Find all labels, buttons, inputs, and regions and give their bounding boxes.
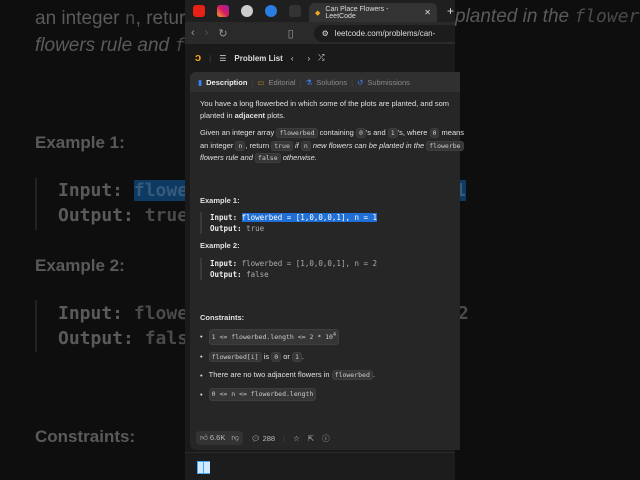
leetcode-nav: ↄ | ☰ Problem List ‹ › ⤮ [185, 44, 455, 72]
youtube-icon[interactable] [193, 5, 205, 17]
example-2-title: Example 2: [200, 241, 240, 250]
list-item: There are no two adjacent flowers in flo… [200, 369, 450, 382]
selected-text[interactable]: flowerbed = [1,0,0,0,1], n = 1 [241, 213, 378, 222]
tab-leetcode[interactable]: ◆ Can Place Flowers - LeetCode ✕ [309, 3, 437, 22]
constraints-list: 1 <= flowerbed.length <= 2 * 104 flowerb… [200, 329, 450, 402]
bg-text: planted in the flowerbe [455, 6, 640, 27]
site-settings-icon[interactable]: ⚙ [322, 29, 329, 38]
list-item: 1 <= flowerbed.length <= 2 * 104 [200, 329, 450, 345]
tab-editorial[interactable]: Editorial [268, 78, 295, 87]
example-1-block: Input: flowerbed = [1,0,0,0,1], n = 1 Ou… [200, 212, 450, 234]
description-panel: ▮ Description | ▭ Editorial | ⚗ Solutions |… [190, 72, 465, 450]
help-icon[interactable]: ⓘ [322, 433, 330, 444]
bg-text: Input: flowe [58, 303, 189, 324]
shuffle-icon[interactable]: ⤮ [318, 53, 324, 63]
close-icon[interactable]: ✕ [424, 8, 431, 17]
list-item: 0 <= n <= flowerbed.length [200, 387, 450, 402]
paragraph: Given an integer array flowerbed contain… [200, 128, 465, 163]
prev-problem-icon[interactable]: ‹ [291, 54, 294, 63]
like-button[interactable]: 👍︎ 6.6K [200, 433, 225, 443]
back-icon[interactable]: ‹ [191, 27, 195, 39]
instagram-icon[interactable] [217, 5, 229, 17]
list-icon: ☰ [219, 53, 227, 63]
tab-solutions[interactable]: Solutions [316, 78, 347, 87]
windows-start-icon[interactable] [197, 461, 210, 474]
bookmark-icon[interactable]: ▯ [288, 27, 294, 40]
solutions-icon: ⚗ [305, 77, 313, 87]
url-text: leetcode.com/problems/can- [334, 28, 436, 38]
description-icon: ▮ [198, 77, 203, 87]
chatgpt-icon[interactable] [241, 5, 253, 17]
forward-icon[interactable]: › [205, 27, 209, 39]
bg-text: Output: fals [58, 328, 189, 349]
tab-description[interactable]: Description [206, 78, 247, 87]
address-bar: ‹ › ↻ ▯ ⚙ leetcode.com/problems/can- [185, 22, 455, 44]
example-1-title: Example 1: [200, 195, 240, 205]
submissions-icon: ↺ [357, 77, 364, 87]
like-dislike-group: 👍︎ 6.6K 👎︎ [196, 431, 243, 445]
comments-button[interactable]: 💬︎ 288 [251, 434, 275, 443]
bg-heading: Example 2: [35, 256, 125, 275]
paragraph: You have a long flowerbed in which some … [200, 99, 450, 120]
problem-content: You have a long flowerbed in which some … [190, 92, 465, 413]
share-icon[interactable]: ⇱ [308, 434, 314, 443]
star-icon[interactable]: ☆ [293, 434, 300, 443]
tab-title: Can Place Flowers - LeetCode [325, 5, 389, 20]
bg-heading: Example 1: [35, 133, 125, 152]
bg-heading: Constraints: [35, 427, 136, 446]
problem-list-link[interactable]: Problem List [234, 54, 282, 63]
constraints-title: Constraints: [200, 312, 245, 322]
bg-text: Output: true [58, 205, 189, 226]
leetcode-favicon: ◆ [315, 9, 321, 17]
dislike-button[interactable]: 👎︎ [231, 433, 239, 443]
reload-icon[interactable]: ↻ [218, 27, 227, 40]
tab-strip: ◆ Can Place Flowers - LeetCode ✕ + [185, 0, 455, 22]
list-item: flowerbed[i] is 0 or 1. [200, 351, 450, 364]
taskbar [185, 452, 455, 480]
tab-submissions[interactable]: Submissions [367, 78, 410, 87]
terminal-icon[interactable] [289, 5, 301, 17]
editorial-icon: ▭ [257, 77, 265, 87]
new-tab-icon[interactable]: + [447, 4, 454, 18]
bg-text: flowers rule and fa [35, 35, 196, 56]
canva-icon[interactable] [265, 5, 277, 17]
bg-text: an integer n, retur [35, 8, 186, 29]
bg-text: Input: flowe [58, 180, 189, 201]
next-problem-icon[interactable]: › [308, 54, 311, 63]
example-2-block: Input: flowerbed = [1,0,0,0,1], n = 2 Ou… [200, 257, 450, 280]
panel-tabs: ▮ Description | ▭ Editorial | ⚗ Solutions |… [190, 72, 460, 92]
leetcode-logo[interactable]: ↄ [195, 52, 201, 64]
problem-footer: 👍︎ 6.6K 👎︎ 💬︎ 288 | ☆ ⇱ ⓘ [192, 428, 330, 448]
url-field[interactable]: ⚙ leetcode.com/problems/can- [313, 24, 455, 42]
